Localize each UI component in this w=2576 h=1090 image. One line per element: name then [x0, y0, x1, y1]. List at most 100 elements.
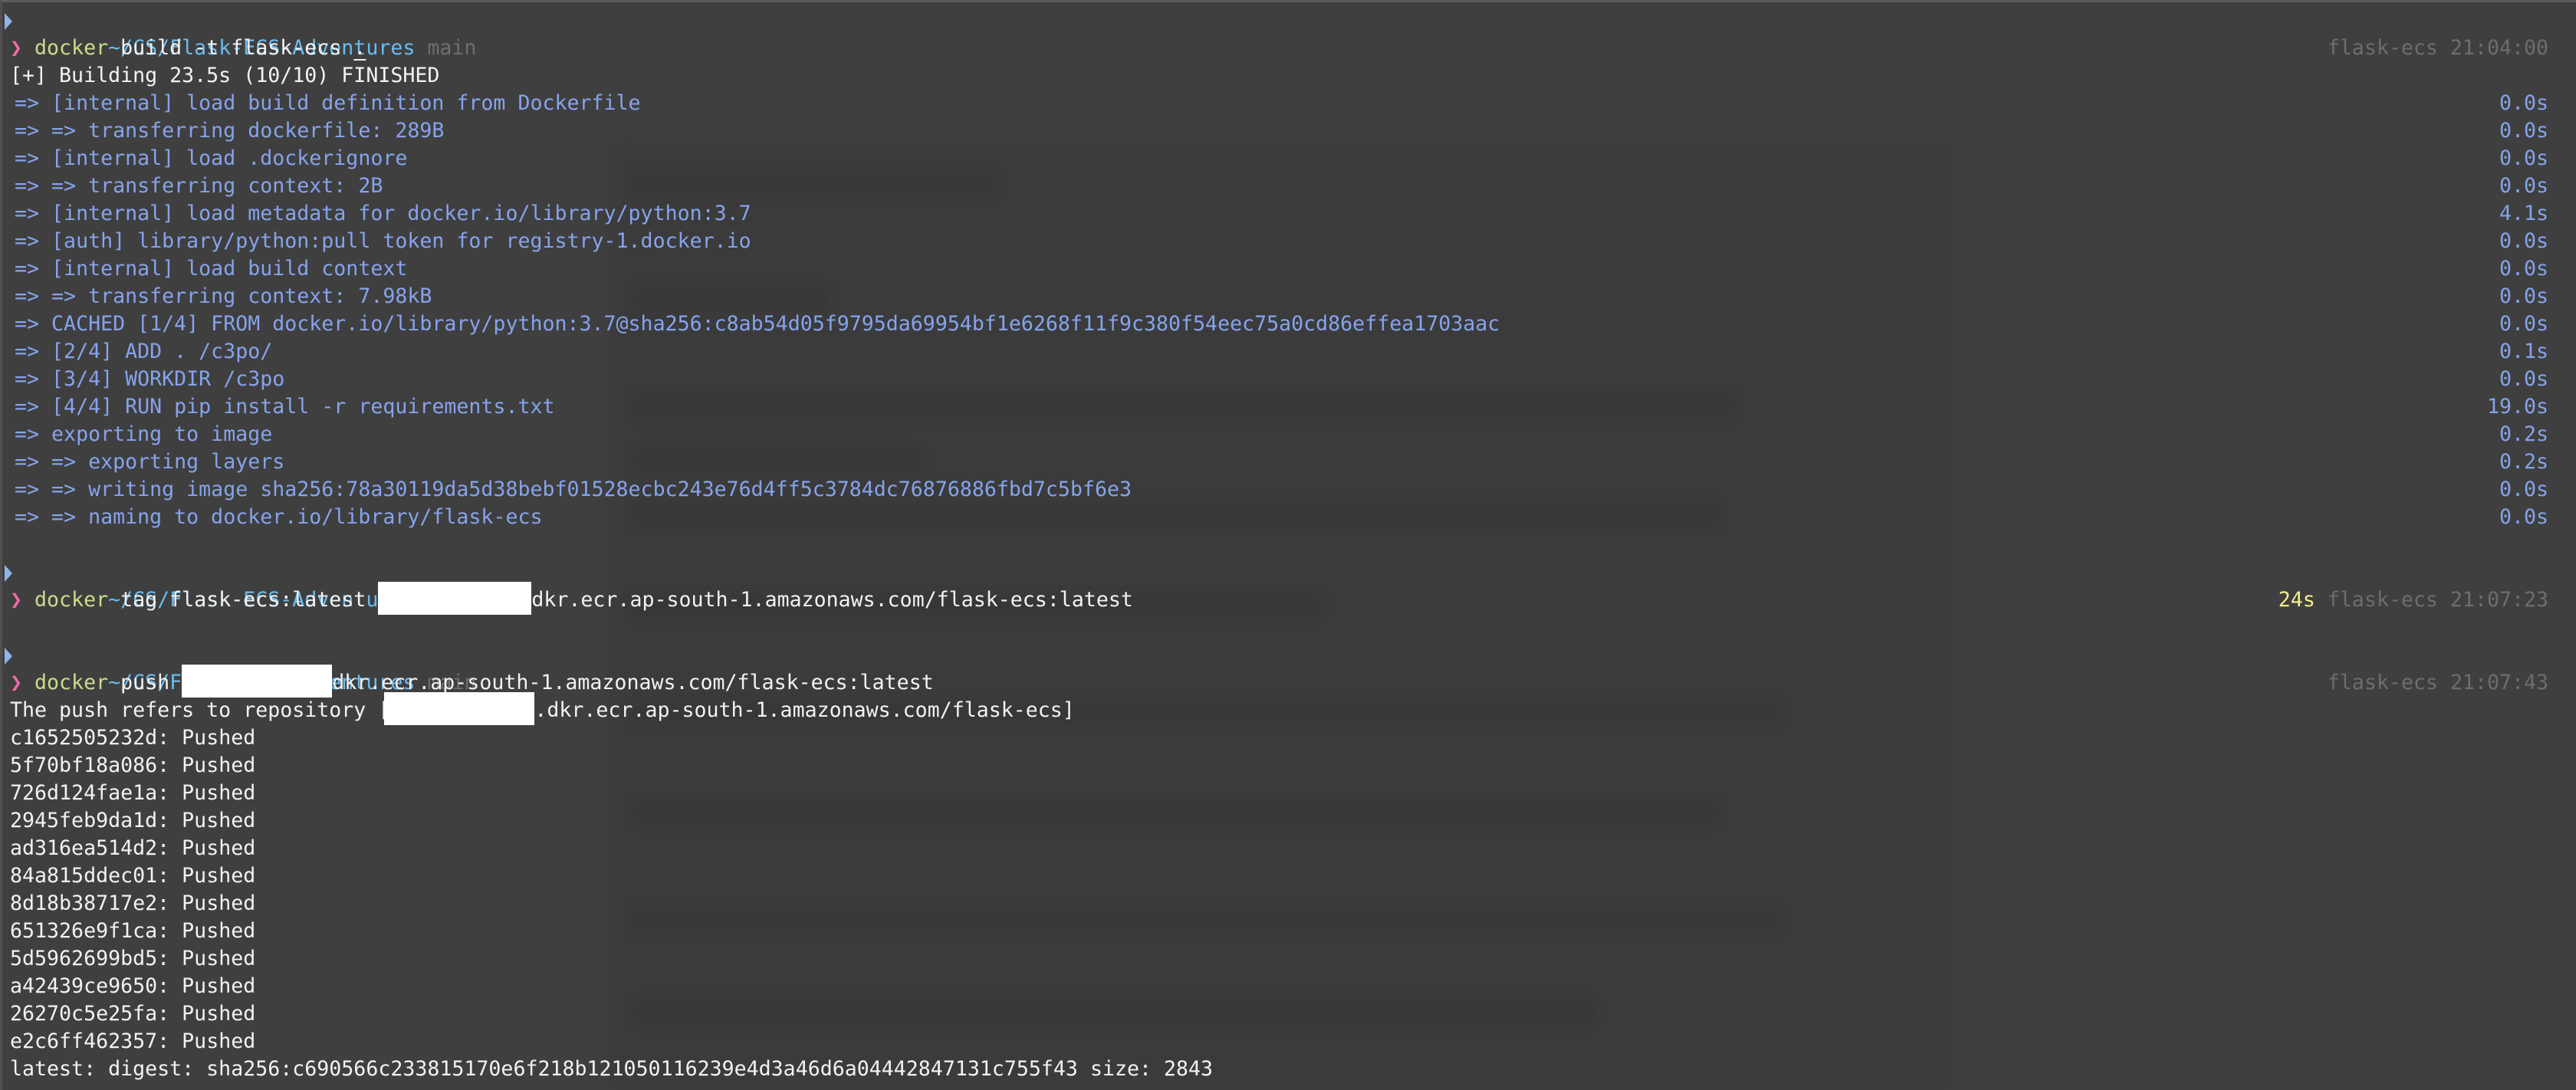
terminal-window[interactable]: ~/CS/Flask-ECS-Adventures main flask-ecs…	[0, 0, 2576, 1090]
build-step-duration: 0.2s	[2499, 422, 2548, 446]
layer-id: c1652505232d	[10, 726, 158, 750]
build-step-text: => => writing image sha256:78a30119da5d3…	[2, 478, 1132, 501]
build-step-duration: 0.0s	[2499, 146, 2548, 170]
push-repository-line: The push refers to repository [.dkr.ecr.…	[2, 692, 2576, 725]
command-name: docker	[34, 36, 109, 60]
build-step: => [4/4] RUN pip install -r requirements…	[2, 393, 2576, 421]
build-step-duration: 0.0s	[2499, 284, 2548, 308]
layer-separator: :	[157, 1002, 182, 1026]
build-steps: => [internal] load build definition from…	[2, 90, 2576, 531]
command-args: push	[120, 671, 182, 694]
build-step-duration: 0.0s	[2499, 505, 2548, 529]
command-name: docker	[34, 588, 109, 612]
layer-id: 26270c5e25fa	[10, 1002, 158, 1026]
layer-separator: :	[157, 891, 182, 915]
build-step: => => transferring context: 7.98kB 0.0s	[2, 283, 2576, 310]
build-step-text: => CACHED [1/4] FROM docker.io/library/p…	[2, 312, 1500, 336]
build-step-duration: 0.0s	[2499, 257, 2548, 281]
layer-separator: :	[157, 1029, 182, 1053]
build-step-duration: 0.0s	[2499, 91, 2548, 115]
layer-id: ad316ea514d2	[10, 836, 158, 860]
build-step-text: => [internal] load .dockerignore	[2, 146, 408, 170]
layer-separator: :	[157, 864, 182, 888]
pushed-layer: 2945feb9da1d: Pushed	[2, 807, 2576, 835]
build-step-text: => [2/4] ADD . /c3po/	[2, 340, 273, 363]
build-header: [+] Building 23.5s (10/10) FINISHED	[10, 64, 440, 87]
pushed-layer: c1652505232d: Pushed	[2, 724, 2576, 752]
layer-status: Pushed	[182, 809, 256, 832]
pushed-layer: e2c6ff462357: Pushed	[2, 1028, 2576, 1056]
build-step-duration: 19.0s	[2486, 395, 2548, 419]
command-name: docker	[34, 671, 109, 694]
build-step-text: => [internal] load build definition from…	[2, 91, 641, 115]
command-args-registry: dkr.ecr.ap-south-1.amazonaws.com/flask-e…	[531, 588, 1133, 612]
layer-status: Pushed	[182, 1002, 256, 1026]
layer-status: Pushed	[182, 919, 256, 943]
redacted-account-id	[378, 582, 532, 615]
build-step: => [2/4] ADD . /c3po/0.1s	[2, 338, 2576, 366]
redacted-account-id	[182, 665, 333, 698]
command-line: ❯ docker tag flask-ecs:latest dkr.ecr.ap…	[2, 582, 2576, 615]
layer-id: 84a815ddec01	[10, 864, 158, 888]
build-step-text: => => transferring context: 2B	[2, 174, 383, 198]
command-args: build -t flask-ecs	[120, 36, 354, 60]
layer-separator: :	[157, 974, 182, 998]
prompt-chevron-icon: ❯	[10, 36, 23, 60]
layer-status: Pushed	[182, 947, 256, 970]
layer-id: 651326e9f1ca	[10, 919, 158, 943]
build-step-text: => => transferring context: 7.98kB	[2, 284, 432, 308]
build-step: => [auth] library/python:pull token for …	[2, 228, 2576, 255]
prompt-chevron-icon: ❯	[10, 588, 23, 612]
build-step-text: => [3/4] WORKDIR /c3po	[2, 367, 285, 391]
layer-separator: :	[157, 753, 182, 777]
build-step: => [internal] load metadata for docker.i…	[2, 200, 2576, 228]
layer-separator: :	[157, 836, 182, 860]
build-step-duration: 0.0s	[2499, 229, 2548, 253]
pushed-layer: ad316ea514d2: Pushed	[2, 835, 2576, 862]
build-step: => [internal] load .dockerignore 0.0s	[2, 145, 2576, 172]
layer-id: a42439ce9650	[10, 974, 158, 998]
push-digest-line: latest: digest: sha256:c690566c233815170…	[10, 1057, 1214, 1081]
layer-separator: :	[157, 781, 182, 805]
build-step: => exporting to image 0.2s	[2, 421, 2576, 448]
push-layers: c1652505232d: Pushed 5f70bf18a086: Pushed…	[2, 724, 2576, 1056]
build-step-duration: 0.0s	[2499, 119, 2548, 143]
layer-id: 2945feb9da1d	[10, 809, 158, 832]
pushed-layer: 5f70bf18a086: Pushed	[2, 752, 2576, 780]
layer-status: Pushed	[182, 864, 256, 888]
terminal-output: ~/CS/Flask-ECS-Adventures main flask-ecs…	[2, 7, 2576, 1083]
prompt-chevron-icon: ❯	[10, 671, 23, 694]
pushed-layer: 726d124fae1a: Pushed	[2, 780, 2576, 807]
pushed-layer: 84a815ddec01: Pushed	[2, 862, 2576, 890]
command-args-registry: dkr.ecr.ap-south-1.amazonaws.com/flask-e…	[332, 671, 934, 694]
layer-separator: :	[157, 809, 182, 832]
build-step-duration: 0.1s	[2499, 340, 2548, 363]
build-step-text: => => exporting layers	[2, 450, 285, 474]
pushed-layer: 651326e9f1ca: Pushed	[2, 918, 2576, 945]
build-step-text: => [auth] library/python:pull token for …	[2, 229, 751, 253]
layer-id: 5d5962699bd5	[10, 947, 158, 970]
build-step: => [internal] load build definition from…	[2, 90, 2576, 117]
layer-status: Pushed	[182, 891, 256, 915]
build-step: => => writing image sha256:78a30119da5d3…	[2, 476, 2576, 504]
command-line: ❯ docker build -t flask-ecs .	[2, 34, 2576, 62]
build-step-text: => => naming to docker.io/library/flask-…	[2, 505, 543, 529]
build-step-text: => [internal] load build context	[2, 257, 408, 281]
layer-status: Pushed	[182, 1029, 256, 1053]
layer-separator: :	[157, 919, 182, 943]
layer-separator: :	[157, 726, 182, 750]
command-args-path: .	[353, 36, 366, 60]
layer-separator: :	[157, 947, 182, 970]
prompt-marker-icon	[5, 565, 12, 582]
layer-status: Pushed	[182, 974, 256, 998]
layer-status: Pushed	[182, 726, 256, 750]
pushed-layer: 8d18b38717e2: Pushed	[2, 890, 2576, 918]
redacted-account-id	[384, 692, 535, 725]
pushed-layer: 5d5962699bd5: Pushed	[2, 945, 2576, 973]
prompt-marker-icon	[5, 13, 12, 30]
build-step: => CACHED [1/4] FROM docker.io/library/p…	[2, 310, 2576, 338]
pushed-layer: 26270c5e25fa: Pushed	[2, 1000, 2576, 1028]
build-step-duration: 0.0s	[2499, 478, 2548, 501]
